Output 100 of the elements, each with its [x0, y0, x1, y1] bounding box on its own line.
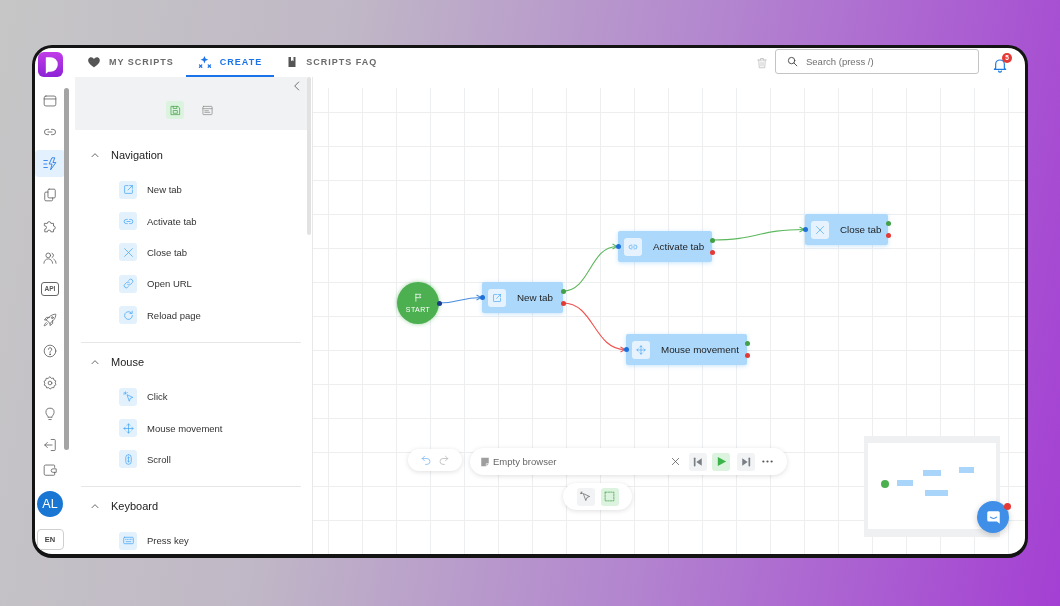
users-icon [43, 250, 57, 265]
cross-icon [119, 243, 137, 262]
undo-icon [421, 455, 431, 465]
sparkles-icon [197, 54, 212, 69]
section-title: Keyboard [111, 500, 159, 513]
play-icon [715, 456, 727, 467]
input-port[interactable] [802, 227, 808, 232]
chevron-up-icon [91, 151, 99, 159]
chain-link-icon [119, 274, 137, 293]
lightbulb-icon [43, 406, 57, 421]
minimap[interactable] [864, 436, 1000, 537]
palette-item[interactable]: Reload page [81, 299, 301, 331]
node-label: Activate tab [653, 241, 705, 252]
rocket-icon [43, 313, 57, 328]
book-icon [286, 55, 299, 68]
success-port[interactable] [709, 237, 715, 243]
delete-button[interactable] [756, 56, 768, 69]
collapse-toggle[interactable] [91, 357, 99, 366]
step-forward-button[interactable] [737, 452, 755, 471]
search-field[interactable]: Search (press /) [775, 48, 979, 74]
section-title: Navigation [111, 149, 163, 161]
section-title: Mouse [111, 355, 145, 368]
undo-button[interactable] [421, 455, 431, 465]
palette-item[interactable]: Scroll [81, 443, 301, 476]
browser-selector[interactable]: Empty browser [493, 456, 557, 467]
cursor-icon [580, 491, 591, 502]
chat-bubble-icon [985, 509, 1001, 525]
action-node[interactable]: Mouse movement [626, 334, 747, 365]
chevron-up-icon [91, 502, 99, 511]
scrollbar[interactable] [64, 88, 69, 450]
click-cursor-icon [119, 387, 137, 406]
flag-icon [413, 293, 423, 302]
node-label: Close tab [840, 224, 882, 235]
bell-icon [992, 56, 1008, 73]
trash-icon [756, 56, 768, 69]
palette-item[interactable]: Activate tab [81, 205, 301, 237]
external-link-icon [119, 180, 137, 199]
palette-item[interactable]: Click [81, 380, 301, 413]
action-node[interactable]: Close tab [805, 214, 888, 245]
sidebar-nav-button[interactable] [35, 150, 65, 178]
palette-item[interactable]: Mouse movement [81, 412, 301, 444]
step-back-button[interactable] [689, 452, 707, 471]
wallet-icon [43, 463, 57, 477]
palette-item[interactable]: New tab [81, 174, 301, 206]
minimap-node [923, 470, 941, 477]
help-icon [43, 344, 57, 359]
clear-button[interactable] [671, 457, 680, 466]
selection-box-icon [604, 491, 615, 502]
success-port[interactable] [885, 220, 891, 226]
browser-window-icon [43, 94, 57, 109]
mouse-scroll-icon [119, 450, 137, 469]
minimap-node [958, 467, 975, 474]
palette-item[interactable]: Close tab [81, 236, 301, 269]
node-label: Mouse movement [661, 344, 739, 355]
logout-icon [43, 438, 57, 453]
copy-icon [43, 188, 57, 202]
tab[interactable]: SCRIPTS FAQ [274, 48, 390, 77]
external-link-icon [488, 288, 506, 307]
move-arrows-icon [119, 419, 137, 438]
logo-icon[interactable] [37, 52, 63, 77]
failure-port[interactable] [709, 249, 715, 255]
document-icon [201, 104, 213, 116]
move-arrows-icon [632, 340, 650, 359]
input-port[interactable] [623, 347, 629, 352]
failure-port[interactable] [885, 232, 891, 238]
view-toggle[interactable] [166, 101, 184, 119]
success-port[interactable] [744, 340, 750, 346]
minimap-node [897, 479, 913, 486]
input-port[interactable] [479, 295, 485, 300]
palette-item[interactable]: Open URL [81, 268, 301, 300]
output-port[interactable] [436, 300, 442, 306]
minimap-node [924, 489, 948, 496]
collapse-toggle[interactable] [91, 151, 99, 159]
cross-icon [811, 220, 829, 239]
action-node[interactable]: Activate tab [618, 231, 712, 262]
link-icon [624, 237, 642, 256]
link-icon [119, 212, 137, 231]
settings-icon [43, 375, 57, 390]
action-node[interactable]: New tab [482, 282, 563, 313]
input-port[interactable] [615, 244, 621, 249]
failure-port[interactable] [744, 352, 750, 358]
node-label: New tab [517, 292, 553, 303]
success-port[interactable] [560, 288, 566, 294]
minimap-start-dot [881, 480, 889, 488]
pointer-tool[interactable] [576, 487, 595, 506]
palette-item[interactable]: Press key [81, 525, 301, 554]
save-icon [169, 104, 181, 116]
skip-back-icon [693, 456, 703, 467]
chevron-up-icon [91, 357, 99, 366]
redo-icon [439, 455, 449, 465]
selection-tool[interactable] [600, 487, 619, 506]
user-avatar[interactable]: AL [37, 491, 63, 517]
failure-port[interactable] [560, 300, 566, 306]
page-icon [480, 456, 490, 467]
play-button[interactable] [712, 452, 730, 471]
heart-icon [87, 54, 101, 69]
tab[interactable]: MY SCRIPTS [75, 48, 186, 77]
puzzle-icon [43, 219, 57, 234]
collapse-toggle[interactable] [91, 502, 99, 511]
close-icon [671, 457, 680, 466]
